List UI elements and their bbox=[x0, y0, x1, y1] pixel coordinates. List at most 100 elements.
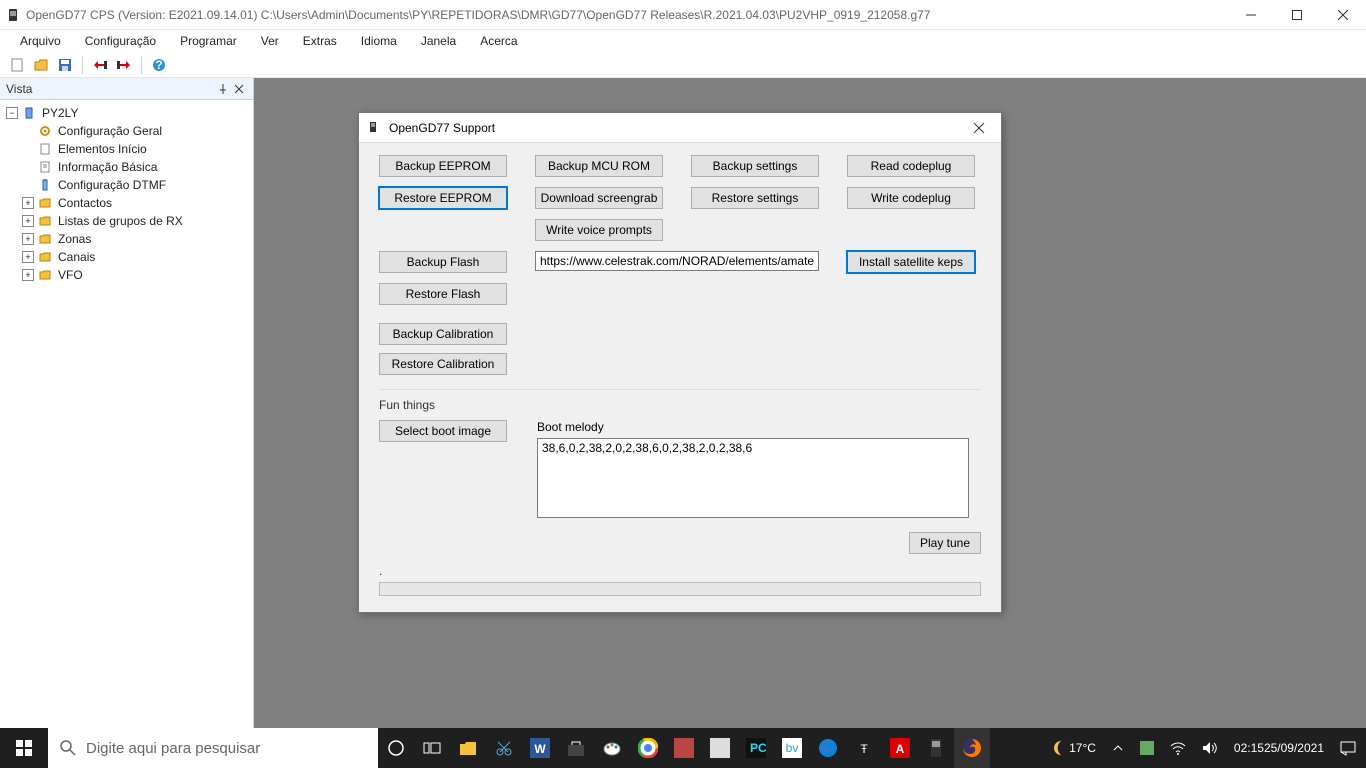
weather-widget[interactable]: 17°C bbox=[1043, 728, 1100, 768]
menu-idioma[interactable]: Idioma bbox=[351, 32, 407, 50]
tree-node-info[interactable]: Informação Básica bbox=[2, 158, 251, 176]
open-icon[interactable] bbox=[32, 56, 50, 74]
tree-node-canais[interactable]: + Canais bbox=[2, 248, 251, 266]
edge-icon[interactable] bbox=[810, 728, 846, 768]
menu-ver[interactable]: Ver bbox=[251, 32, 289, 50]
expand-icon[interactable]: + bbox=[22, 269, 34, 281]
close-button[interactable] bbox=[1320, 0, 1366, 30]
read-codeplug-button[interactable]: Read codeplug bbox=[847, 155, 975, 177]
folder-icon bbox=[38, 250, 52, 264]
expand-icon[interactable]: + bbox=[22, 215, 34, 227]
acrobat-icon[interactable]: A bbox=[882, 728, 918, 768]
word-icon[interactable]: W bbox=[522, 728, 558, 768]
firefox-icon[interactable] bbox=[954, 728, 990, 768]
save-icon[interactable] bbox=[56, 56, 74, 74]
pycharm-icon[interactable]: PC bbox=[738, 728, 774, 768]
expand-icon[interactable]: + bbox=[22, 233, 34, 245]
snip-icon[interactable] bbox=[486, 728, 522, 768]
tree-node-contactos[interactable]: + Contactos bbox=[2, 194, 251, 212]
volume-icon[interactable] bbox=[1198, 728, 1222, 768]
backup-eeprom-button[interactable]: Backup EEPROM bbox=[379, 155, 507, 177]
chrome-icon[interactable] bbox=[630, 728, 666, 768]
notifications-icon[interactable] bbox=[1336, 728, 1360, 768]
tree-node-zonas[interactable]: + Zonas bbox=[2, 230, 251, 248]
app-icon[interactable]: bv bbox=[774, 728, 810, 768]
write-codeplug-button[interactable]: Write codeplug bbox=[847, 187, 975, 209]
tree-root[interactable]: − PY2LY bbox=[2, 104, 251, 122]
folder-icon bbox=[38, 214, 52, 228]
close-panel-icon[interactable] bbox=[231, 81, 247, 97]
restore-flash-button[interactable]: Restore Flash bbox=[379, 283, 507, 305]
read-radio-icon[interactable] bbox=[91, 56, 109, 74]
dialog-titlebar[interactable]: OpenGD77 Support bbox=[359, 113, 1001, 143]
gear-icon bbox=[38, 124, 52, 138]
tray-app-icon[interactable] bbox=[1136, 728, 1158, 768]
restore-eeprom-button[interactable]: Restore EEPROM bbox=[379, 187, 507, 209]
new-icon[interactable] bbox=[8, 56, 26, 74]
backup-calibration-button[interactable]: Backup Calibration bbox=[379, 323, 507, 345]
tray-chevron-icon[interactable] bbox=[1108, 728, 1128, 768]
play-tune-button[interactable]: Play tune bbox=[909, 532, 981, 554]
sidebar-header: Vista bbox=[0, 78, 253, 100]
menu-janela[interactable]: Janela bbox=[411, 32, 466, 50]
tree-node-elementos[interactable]: Elementos Início bbox=[2, 140, 251, 158]
taskbar-clock[interactable]: 02:15 25/09/2021 bbox=[1230, 728, 1328, 768]
install-keps-button[interactable]: Install satellite keps bbox=[847, 251, 975, 273]
sidebar-panel: Vista − PY2LY Configuração Geral Element… bbox=[0, 78, 254, 728]
tree-node-config-geral[interactable]: Configuração Geral bbox=[2, 122, 251, 140]
write-voice-prompts-button[interactable]: Write voice prompts bbox=[535, 219, 663, 241]
folder-icon bbox=[38, 268, 52, 282]
backup-flash-button[interactable]: Backup Flash bbox=[379, 251, 507, 273]
keps-url-input[interactable] bbox=[535, 251, 819, 271]
tree-node-vfo[interactable]: + VFO bbox=[2, 266, 251, 284]
restore-calibration-button[interactable]: Restore Calibration bbox=[379, 353, 507, 375]
info-icon bbox=[38, 160, 52, 174]
dial-icon bbox=[38, 178, 52, 192]
menubar: Arquivo Configuração Programar Ver Extra… bbox=[0, 30, 1366, 52]
tree-node-dtmf[interactable]: Configuração DTMF bbox=[2, 176, 251, 194]
menu-programar[interactable]: Programar bbox=[170, 32, 247, 50]
menu-extras[interactable]: Extras bbox=[293, 32, 347, 50]
taskview-icon[interactable] bbox=[414, 728, 450, 768]
expand-icon[interactable]: + bbox=[22, 197, 34, 209]
backup-settings-button[interactable]: Backup settings bbox=[691, 155, 819, 177]
wifi-icon[interactable] bbox=[1166, 728, 1190, 768]
backup-mcu-button[interactable]: Backup MCU ROM bbox=[535, 155, 663, 177]
taskbar-search[interactable]: Digite aqui para pesquisar bbox=[48, 728, 378, 768]
menu-configuracao[interactable]: Configuração bbox=[75, 32, 166, 50]
maximize-button[interactable] bbox=[1274, 0, 1320, 30]
collapse-icon[interactable]: − bbox=[6, 107, 18, 119]
start-button[interactable] bbox=[0, 728, 48, 768]
app-icon bbox=[6, 8, 20, 22]
store-icon[interactable] bbox=[558, 728, 594, 768]
folder-icon bbox=[38, 196, 52, 210]
cortana-icon[interactable] bbox=[378, 728, 414, 768]
expand-icon[interactable]: + bbox=[22, 251, 34, 263]
tree-view[interactable]: − PY2LY Configuração Geral Elementos Iní… bbox=[0, 100, 253, 288]
help-icon[interactable]: ? bbox=[150, 56, 168, 74]
dialog-close-icon[interactable] bbox=[965, 118, 993, 138]
system-tray: 17°C 02:15 25/09/2021 bbox=[1043, 728, 1366, 768]
tree-node-rxgroups[interactable]: + Listas de grupos de RX bbox=[2, 212, 251, 230]
write-radio-icon[interactable] bbox=[115, 56, 133, 74]
sidebar-title: Vista bbox=[6, 82, 32, 96]
minimize-button[interactable] bbox=[1228, 0, 1274, 30]
boot-melody-input[interactable] bbox=[537, 438, 969, 518]
select-boot-image-button[interactable]: Select boot image bbox=[379, 420, 507, 442]
svg-text:PC: PC bbox=[750, 741, 766, 755]
app-icon[interactable] bbox=[666, 728, 702, 768]
gd77-icon[interactable] bbox=[918, 728, 954, 768]
pin-icon[interactable] bbox=[215, 81, 231, 97]
download-screengrab-button[interactable]: Download screengrab bbox=[535, 187, 663, 209]
menu-acerca[interactable]: Acerca bbox=[470, 32, 527, 50]
window-title: OpenGD77 CPS (Version: E2021.09.14.01) C… bbox=[26, 8, 1228, 22]
app-icon[interactable]: Ŧ bbox=[846, 728, 882, 768]
menu-arquivo[interactable]: Arquivo bbox=[10, 32, 71, 50]
restore-settings-button[interactable]: Restore settings bbox=[691, 187, 819, 209]
explorer-icon[interactable] bbox=[450, 728, 486, 768]
fun-things-label: Fun things bbox=[379, 398, 981, 412]
support-dialog: OpenGD77 Support Backup EEPROM Restore E… bbox=[358, 112, 1002, 613]
paint-icon[interactable] bbox=[594, 728, 630, 768]
app-icon[interactable] bbox=[702, 728, 738, 768]
boot-melody-label: Boot melody bbox=[537, 420, 969, 434]
